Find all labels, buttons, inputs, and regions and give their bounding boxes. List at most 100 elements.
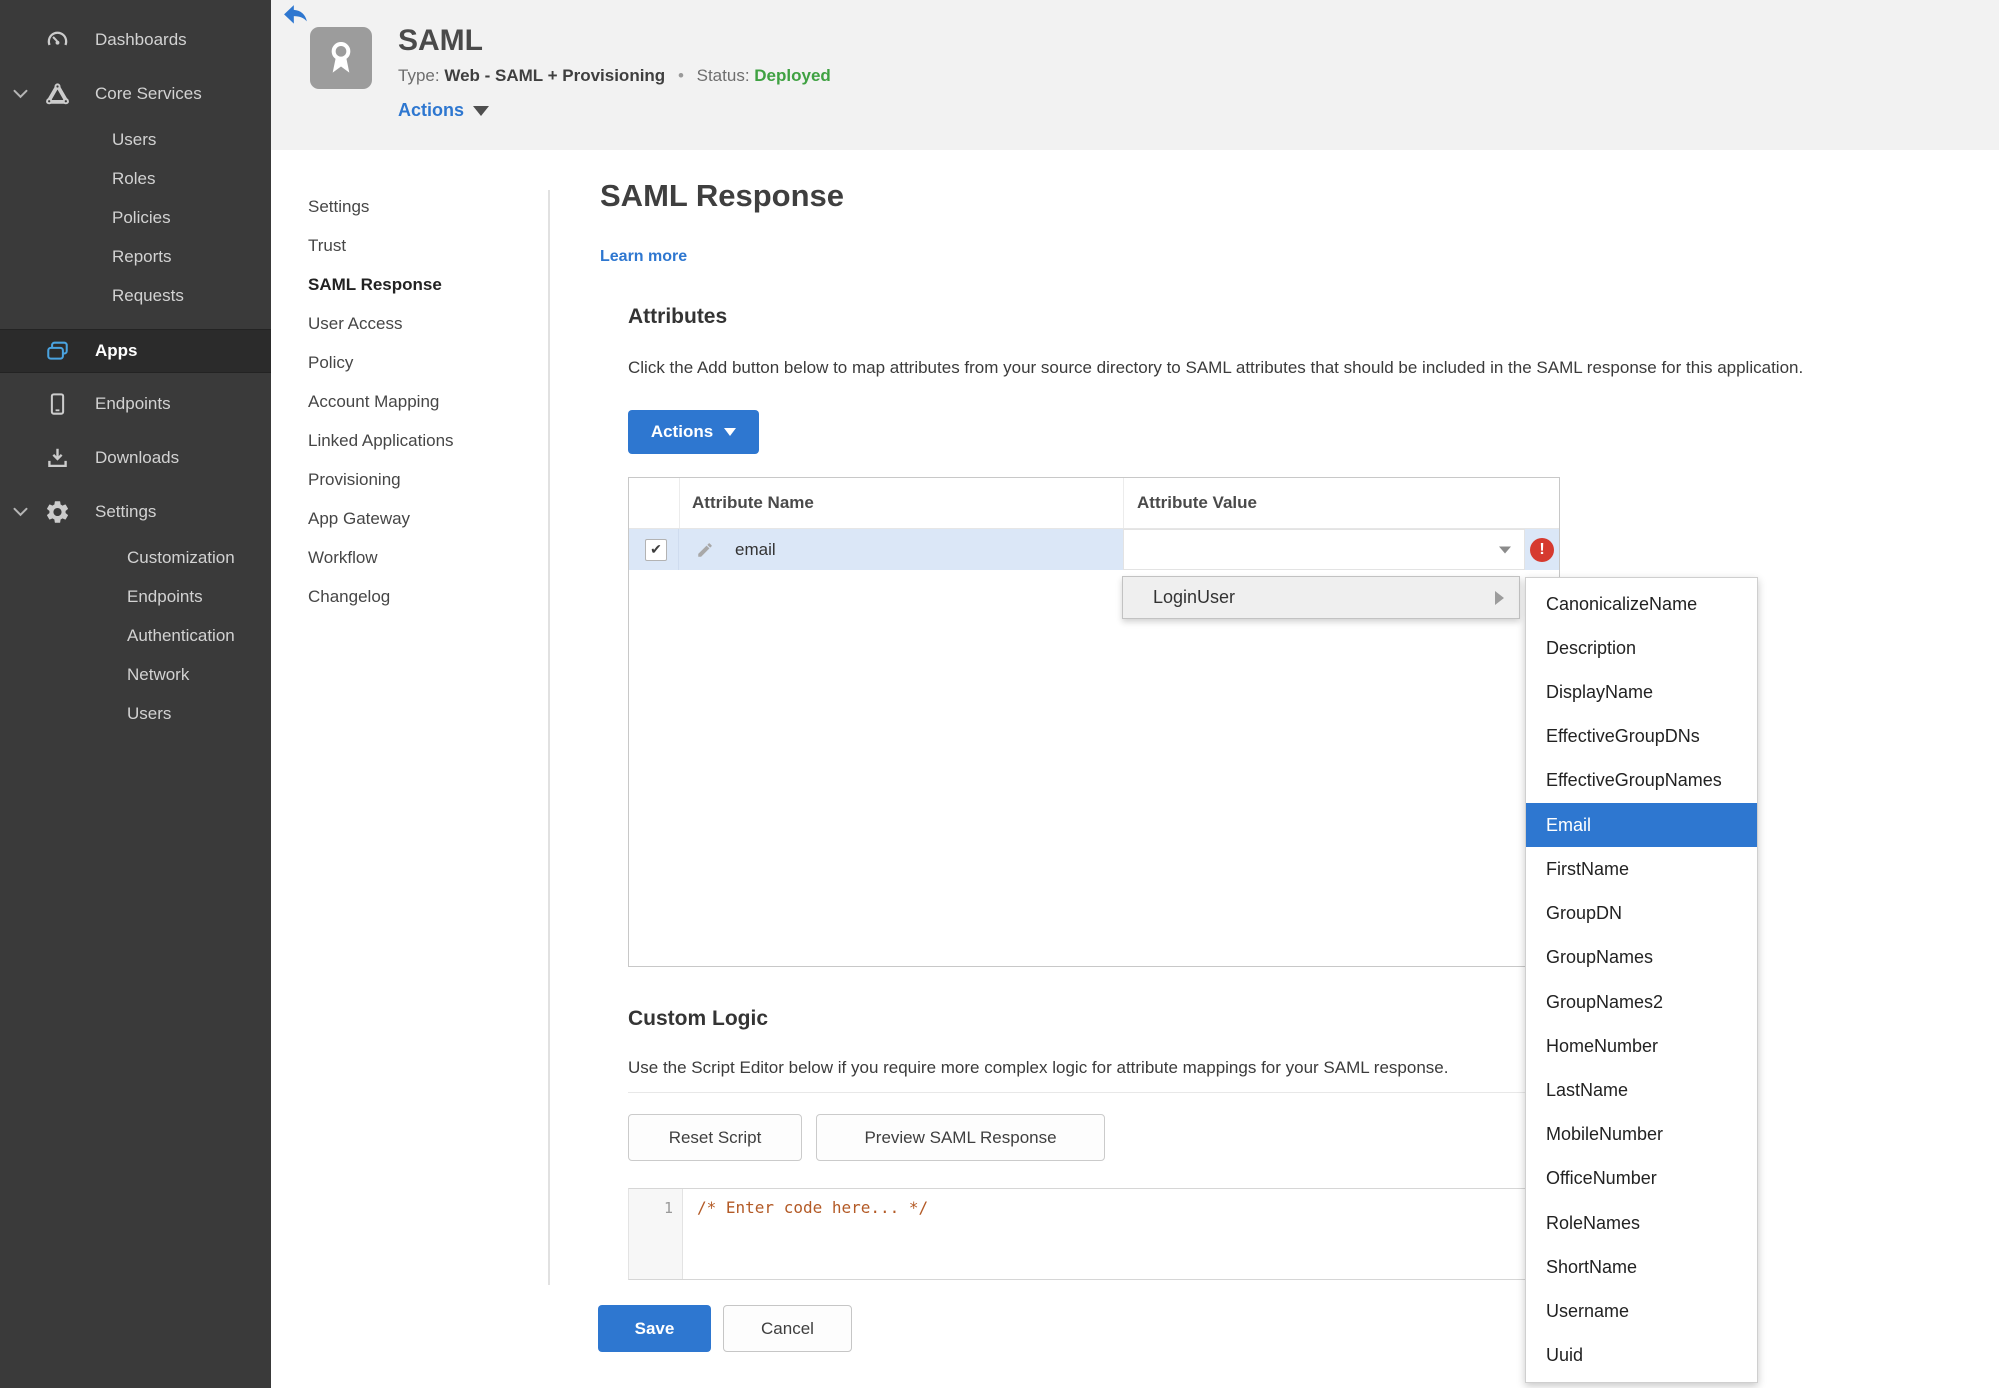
sidebar-item-label: Customization bbox=[127, 548, 235, 567]
header-actions-label: Actions bbox=[398, 100, 465, 120]
sidebar-item-users[interactable]: Users bbox=[0, 119, 271, 161]
gauge-icon bbox=[44, 27, 71, 54]
sidebar-item-core-services[interactable]: Core Services bbox=[0, 73, 271, 115]
subnav-item-policy[interactable]: Policy bbox=[308, 343, 533, 382]
sidebar-item-endpoints[interactable]: Endpoints bbox=[0, 383, 271, 425]
error-mark: ! bbox=[1539, 540, 1545, 558]
sidebar-item-apps[interactable]: Apps bbox=[0, 329, 271, 373]
submenu-item-officenumber[interactable]: OfficeNumber bbox=[1526, 1157, 1757, 1201]
editor-line-number: 1 bbox=[629, 1189, 683, 1279]
sidebar-item-users[interactable]: Users bbox=[0, 693, 271, 735]
chevron-down-icon bbox=[1499, 546, 1511, 553]
submenu-item-mobilenumber[interactable]: MobileNumber bbox=[1526, 1113, 1757, 1157]
checkbox-column-header bbox=[629, 478, 680, 528]
submenu-item-description[interactable]: Description bbox=[1526, 626, 1757, 670]
attributes-actions-button[interactable]: Actions bbox=[628, 410, 759, 454]
submenu-item-displayname[interactable]: DisplayName bbox=[1526, 670, 1757, 714]
column-header-attribute-name: Attribute Name bbox=[680, 478, 1124, 528]
submenu-item-email[interactable]: Email bbox=[1526, 803, 1757, 848]
sidebar-item-requests[interactable]: Requests bbox=[0, 275, 271, 317]
sidebar-item-label: Downloads bbox=[95, 448, 180, 467]
subnav-item-provisioning[interactable]: Provisioning bbox=[308, 460, 533, 499]
app-header: SAML Type: Web - SAML + Provisioning • S… bbox=[271, 0, 1999, 150]
download-icon bbox=[44, 445, 71, 472]
error-icon: ! bbox=[1530, 537, 1554, 562]
page-title: SAML Response bbox=[600, 178, 845, 213]
learn-more-link[interactable]: Learn more bbox=[600, 248, 687, 266]
table-row[interactable]: ✔ email ! bbox=[629, 529, 1559, 570]
sidebar-item-downloads[interactable]: Downloads bbox=[0, 437, 271, 479]
cancel-button[interactable]: Cancel bbox=[723, 1305, 852, 1352]
submenu-item-groupdn[interactable]: GroupDN bbox=[1526, 892, 1757, 936]
preview-saml-response-button[interactable]: Preview SAML Response bbox=[816, 1114, 1105, 1161]
sidebar-item-label: Reports bbox=[112, 247, 172, 266]
core-services-icon bbox=[44, 81, 71, 108]
subnav-item-saml-response[interactable]: SAML Response bbox=[308, 265, 533, 304]
sidebar-item-dashboards[interactable]: Dashboards bbox=[0, 19, 271, 61]
sidebar-item-label: Users bbox=[112, 130, 157, 149]
sidebar-item-label: Endpoints bbox=[95, 394, 171, 413]
submenu-item-canonicalizename[interactable]: CanonicalizeName bbox=[1526, 582, 1757, 626]
app-subnav: Settings Trust SAML Response User Access Pol… bbox=[308, 187, 533, 616]
sidebar-item-label: Requests bbox=[112, 286, 184, 305]
app-meta: Type: Web - SAML + Provisioning • Status… bbox=[398, 66, 831, 86]
subnav-item-account-mapping[interactable]: Account Mapping bbox=[308, 382, 533, 421]
type-value: Web - SAML + Provisioning bbox=[444, 66, 666, 85]
sidebar-item-label: Apps bbox=[95, 341, 138, 360]
row-name-cell: email bbox=[679, 529, 1123, 570]
subnav-item-changelog[interactable]: Changelog bbox=[308, 577, 533, 616]
submenu-item-rolenames[interactable]: RoleNames bbox=[1526, 1201, 1757, 1245]
submenu-item-firstname[interactable]: FirstName bbox=[1526, 847, 1757, 891]
submenu-item-uuid[interactable]: Uuid bbox=[1526, 1334, 1757, 1378]
submenu-item-effectivegroupnames[interactable]: EffectiveGroupNames bbox=[1526, 759, 1757, 803]
row-checkbox[interactable]: ✔ bbox=[645, 538, 667, 561]
subnav-item-app-gateway[interactable]: App Gateway bbox=[308, 499, 533, 538]
subnav-item-linked-applications[interactable]: Linked Applications bbox=[308, 421, 533, 460]
column-header-attribute-value: Attribute Value bbox=[1137, 493, 1257, 512]
sidebar-item-label: Users bbox=[127, 704, 172, 723]
sidebar-item-network[interactable]: Network bbox=[0, 654, 271, 696]
subnav-item-workflow[interactable]: Workflow bbox=[308, 538, 533, 577]
submenu-item-effectivegroupdns[interactable]: EffectiveGroupDNs bbox=[1526, 715, 1757, 759]
attribute-value-dropdown[interactable] bbox=[1123, 529, 1525, 570]
menu-item-loginuser[interactable]: LoginUser bbox=[1123, 587, 1235, 608]
subnav-item-user-access[interactable]: User Access bbox=[308, 304, 533, 343]
subnav-item-trust[interactable]: Trust bbox=[308, 226, 533, 265]
sidebar-item-label: Network bbox=[127, 665, 190, 684]
submenu-item-username[interactable]: Username bbox=[1526, 1290, 1757, 1334]
sidebar-item-policies[interactable]: Policies bbox=[0, 197, 271, 239]
back-arrow-icon[interactable] bbox=[283, 3, 309, 25]
chevron-down-icon bbox=[724, 428, 737, 436]
check-icon: ✔ bbox=[650, 541, 662, 557]
header-actions-menu[interactable]: Actions bbox=[398, 100, 490, 121]
vertical-divider bbox=[548, 190, 550, 1285]
attribute-name-value: email bbox=[735, 539, 776, 559]
submenu-item-groupnames[interactable]: GroupNames bbox=[1526, 936, 1757, 980]
save-button[interactable]: Save bbox=[598, 1305, 711, 1352]
ribbon-icon bbox=[331, 41, 351, 73]
submenu-item-groupnames2[interactable]: GroupNames2 bbox=[1526, 980, 1757, 1024]
gear-icon bbox=[44, 499, 71, 526]
section-divider bbox=[628, 1092, 1560, 1093]
submenu-item-shortname[interactable]: ShortName bbox=[1526, 1245, 1757, 1289]
submenu-arrow-icon bbox=[1495, 590, 1504, 605]
sidebar-item-reports[interactable]: Reports bbox=[0, 236, 271, 278]
sidebar-item-settings[interactable]: Settings bbox=[0, 491, 271, 533]
sidebar-item-roles[interactable]: Roles bbox=[0, 158, 271, 200]
subnav-item-settings[interactable]: Settings bbox=[308, 187, 533, 226]
sidebar-item-label: Settings bbox=[95, 502, 157, 521]
sidebar-item-endpoints[interactable]: Endpoints bbox=[0, 576, 271, 618]
attributes-table: Attribute Name Attribute Value ✔ email ! bbox=[628, 477, 1560, 967]
edit-pencil-icon[interactable] bbox=[696, 541, 714, 559]
submenu-item-homenumber[interactable]: HomeNumber bbox=[1526, 1024, 1757, 1068]
smartphone-icon bbox=[44, 391, 71, 418]
editor-code-area[interactable]: /* Enter code here... */ bbox=[683, 1189, 1560, 1279]
sidebar-item-label: Authentication bbox=[127, 626, 235, 645]
attributes-heading: Attributes bbox=[628, 305, 728, 328]
sidebar-item-label: Endpoints bbox=[127, 587, 203, 606]
table-header: Attribute Name Attribute Value bbox=[629, 478, 1559, 529]
submenu-item-lastname[interactable]: LastName bbox=[1526, 1068, 1757, 1112]
sidebar-item-customization[interactable]: Customization bbox=[0, 537, 271, 579]
reset-script-button[interactable]: Reset Script bbox=[628, 1114, 802, 1161]
sidebar-item-authentication[interactable]: Authentication bbox=[0, 615, 271, 657]
